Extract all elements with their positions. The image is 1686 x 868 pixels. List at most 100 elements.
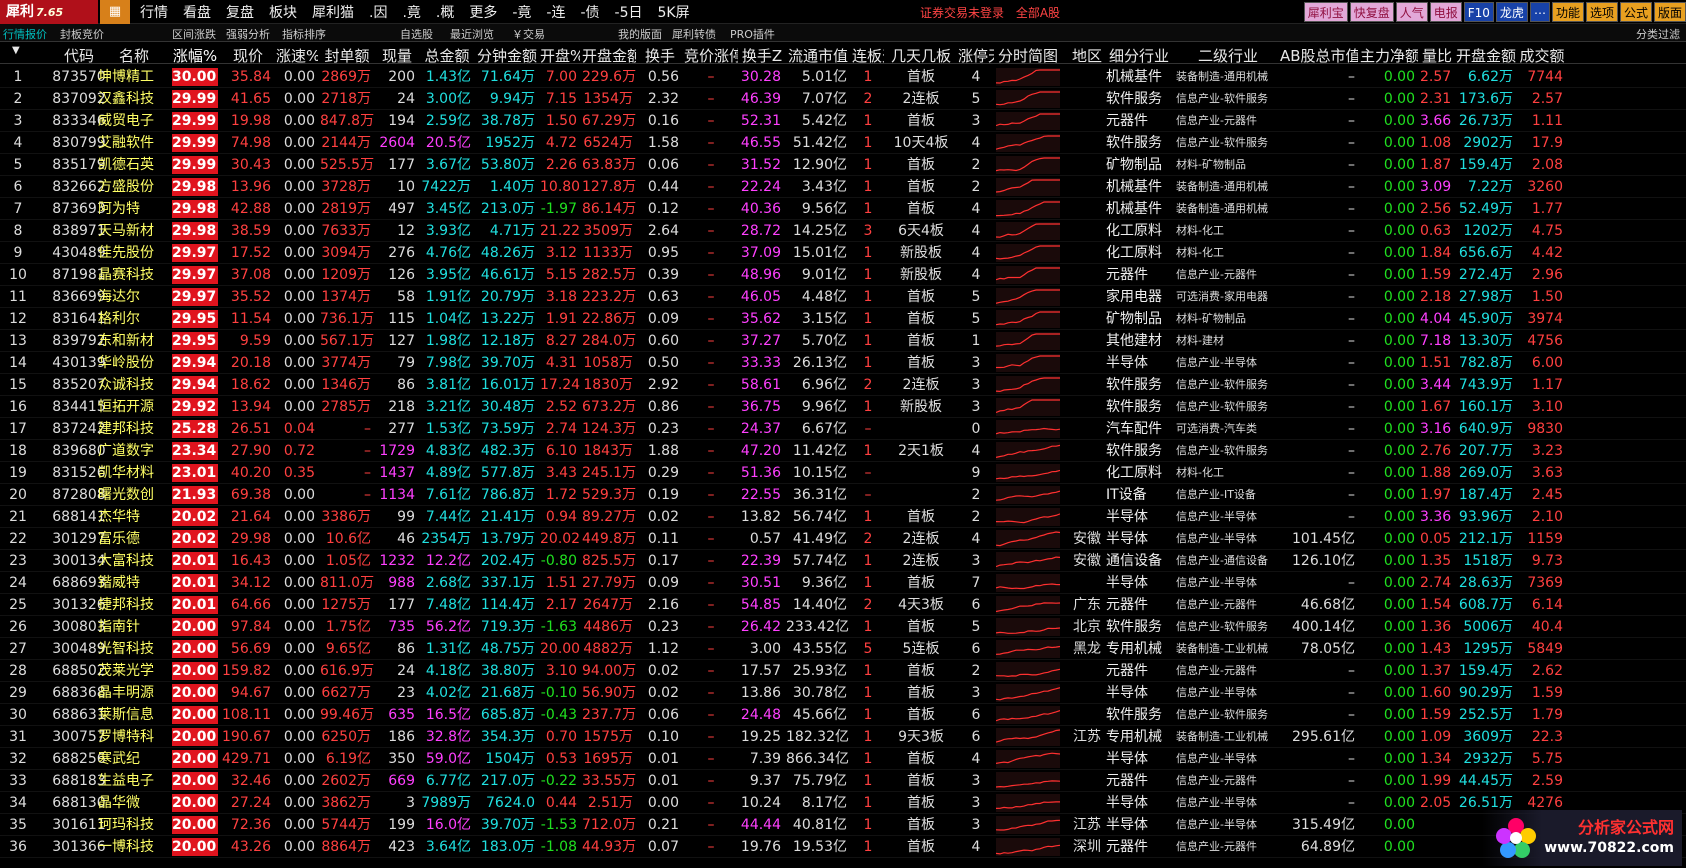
cell-stock-name[interactable]: 珂玛科技 (98, 816, 170, 834)
column-header[interactable]: 换手Z (740, 45, 784, 66)
table-row[interactable]: 32 688256 寒武纪 20.00 429.71 0.00 6.19亿 350 59.0亿 1… (0, 748, 1686, 770)
menu-item[interactable]: -债 (580, 2, 599, 22)
cell-stock-name[interactable]: 大富科技 (98, 552, 170, 570)
toolbar-tab[interactable]: 指标排序 (282, 26, 326, 42)
table-row[interactable]: 25 301326 捷邦科技 20.01 64.66 0.00 1275万 177 7.48亿 1… (0, 594, 1686, 616)
table-row[interactable]: 15 835207 众诚科技 29.94 18.62 0.00 1346万 86 3.81亿 16… (0, 374, 1686, 396)
table-row[interactable]: 10 871981 晶赛科技 29.97 37.08 0.00 1209万 126 3.95亿 4… (0, 264, 1686, 286)
column-header[interactable]: 分钟金额 (476, 45, 538, 66)
column-header[interactable]: 涨停天 (958, 45, 994, 66)
intraday-sparkline[interactable] (996, 354, 1060, 372)
column-header[interactable]: 开盘% (540, 45, 580, 66)
column-header[interactable]: 现量 (376, 45, 418, 66)
cell-stock-name[interactable]: 杰华特 (98, 508, 170, 526)
cell-stock-name[interactable]: 锴威特 (98, 574, 170, 592)
intraday-sparkline[interactable] (996, 288, 1060, 306)
intraday-sparkline[interactable] (996, 794, 1060, 812)
app-logo[interactable]: 犀利 7.65 (0, 0, 98, 24)
column-header[interactable]: 开盘金额 (582, 45, 636, 66)
table-row[interactable]: 4 830799 艾融软件 29.99 74.98 0.00 2144万 2604 20.5亿 1… (0, 132, 1686, 154)
menu-item[interactable]: 更多 (469, 2, 497, 22)
table-row[interactable]: 17 837242 建邦科技 25.28 26.51 0.04–277 1.53亿 73.59… (0, 418, 1686, 440)
intraday-sparkline[interactable] (996, 200, 1060, 218)
column-header[interactable]: 二级行业 (1176, 45, 1280, 66)
intraday-sparkline[interactable] (996, 464, 1060, 482)
intraday-sparkline[interactable] (996, 574, 1060, 592)
cell-stock-name[interactable]: 格利尔 (98, 310, 170, 328)
column-header[interactable]: 分时简图 (996, 45, 1060, 66)
table-row[interactable]: 31 300757 罗博特科 20.00 190.67 0.00 6250万 186 32.8亿… (0, 726, 1686, 748)
toolbar-tab[interactable]: 强弱分析 (226, 26, 270, 42)
toolbar-tab[interactable]: 区间涨跌 (172, 26, 216, 42)
column-header[interactable]: 封单额 (320, 45, 374, 66)
intraday-sparkline[interactable] (996, 772, 1060, 790)
intraday-sparkline[interactable] (996, 266, 1060, 284)
column-header[interactable]: 主力净额 (1360, 45, 1418, 66)
column-header[interactable]: 现价 (222, 45, 274, 66)
column-header[interactable]: AB股总市值 (1280, 45, 1358, 66)
table-row[interactable]: 26 300803 指南针 20.00 97.84 0.00 1.75亿 735 56.2亿 71… (0, 616, 1686, 638)
table-row[interactable]: 36 301366 一博科技 20.00 43.26 0.00 8864万 423 3.64亿 1… (0, 836, 1686, 858)
intraday-sparkline[interactable] (996, 112, 1060, 130)
intraday-sparkline[interactable] (996, 486, 1060, 504)
intraday-sparkline[interactable] (996, 838, 1060, 856)
table-row[interactable]: 18 839680 广道数字 23.34 27.90 0.72–1729 4.83亿 482.… (0, 440, 1686, 462)
top-right-button[interactable]: 电报 (1429, 2, 1462, 22)
cell-stock-name[interactable]: 海达尔 (98, 288, 170, 306)
table-row[interactable]: 35 301611 珂玛科技 20.00 72.36 0.00 5744万 199 16.0亿 3… (0, 814, 1686, 836)
top-right-button[interactable]: 快复盘 (1349, 2, 1394, 22)
cell-stock-name[interactable]: 建邦科技 (98, 420, 170, 438)
top-right-button[interactable]: 版面 (1653, 2, 1686, 22)
cell-stock-name[interactable]: 罗博特科 (98, 728, 170, 746)
menu-item[interactable]: .竟 (402, 2, 420, 22)
table-row[interactable]: 12 831641 格利尔 29.95 11.54 0.00 736.1万 115 1.04亿 1… (0, 308, 1686, 330)
table-row[interactable]: 3 833346 威贸电子 29.99 19.98 0.00 847.8万 194 2.59亿 3… (0, 110, 1686, 132)
intraday-sparkline[interactable] (996, 728, 1060, 746)
category-filter-button[interactable]: 分类过滤 (1636, 26, 1680, 42)
top-right-button[interactable]: 人气 (1395, 2, 1428, 22)
table-row[interactable]: 16 834415 恒拓开源 29.92 13.94 0.00 2785万 218 3.21亿 3… (0, 396, 1686, 418)
menu-item[interactable]: .概 (436, 2, 454, 22)
column-header[interactable]: 竞价涨停买 (684, 45, 738, 66)
cell-stock-name[interactable]: 曙光数创 (98, 486, 170, 504)
intraday-sparkline[interactable] (996, 508, 1060, 526)
top-right-button[interactable]: 龙虎 (1495, 2, 1528, 22)
menu-item[interactable]: 板块 (269, 2, 297, 22)
column-header[interactable]: 名称 (98, 45, 170, 66)
market-filter[interactable]: 全部A股 (1016, 6, 1060, 20)
intraday-sparkline[interactable] (996, 222, 1060, 240)
cell-stock-name[interactable]: 佳先股份 (98, 244, 170, 262)
cell-stock-name[interactable]: 寒武纪 (98, 750, 170, 768)
cell-stock-name[interactable]: 天马新材 (98, 222, 170, 240)
cell-stock-name[interactable]: 捷邦科技 (98, 596, 170, 614)
intraday-sparkline[interactable] (996, 332, 1060, 350)
table-row[interactable]: 27 300489 光智科技 20.00 56.69 0.00 9.65亿 86 1.31亿 48… (0, 638, 1686, 660)
toolbar-tab[interactable]: 我的版面 (618, 26, 662, 42)
cell-stock-name[interactable]: 富乐德 (98, 530, 170, 548)
toolbar-tab[interactable]: 封板竞价 (60, 26, 104, 42)
menu-item[interactable]: -连 (546, 2, 565, 22)
top-right-button[interactable]: ⋯ (1529, 2, 1550, 22)
column-header[interactable]: 几天几板 (884, 45, 958, 66)
intraday-sparkline[interactable] (996, 442, 1060, 460)
table-row[interactable]: 11 836699 海达尔 29.97 35.52 0.00 1374万 58 1.91亿 20.… (0, 286, 1686, 308)
top-right-button[interactable]: 选项 (1585, 2, 1618, 22)
cell-stock-name[interactable]: 阿为特 (98, 200, 170, 218)
cell-stock-name[interactable]: 晶丰明源 (98, 684, 170, 702)
table-row[interactable]: 7 873693 阿为特 29.98 42.88 0.00 2819万 497 3.45亿 213… (0, 198, 1686, 220)
intraday-sparkline[interactable] (996, 68, 1060, 86)
login-status[interactable]: 证券交易未登录 (920, 6, 1004, 20)
table-row[interactable]: 21 688141 杰华特 20.02 21.64 0.00 3386万 99 7.44亿 21.… (0, 506, 1686, 528)
table-row[interactable]: 34 688130 晶华微 20.00 27.24 0.00 3862万 3 7989万 7624… (0, 792, 1686, 814)
table-row[interactable]: 1 873570 坤博精工 30.00 35.84 0.00 2869万 200 1.43亿 71… (0, 66, 1686, 88)
table-row[interactable]: 9 430489 佳先股份 29.97 17.52 0.00 3094万 276 4.76亿 48… (0, 242, 1686, 264)
intraday-sparkline[interactable] (996, 596, 1060, 614)
intraday-sparkline[interactable] (996, 134, 1060, 152)
cell-stock-name[interactable]: 众诚科技 (98, 376, 170, 394)
cell-stock-name[interactable]: 指南针 (98, 618, 170, 636)
intraday-sparkline[interactable] (996, 684, 1060, 702)
menu-item[interactable]: -竟 (512, 2, 531, 22)
table-row[interactable]: 2 837092 汉鑫科技 29.99 41.65 0.00 2718万 24 3.00亿 9.9… (0, 88, 1686, 110)
menu-item[interactable]: 行情 (140, 2, 168, 22)
cell-stock-name[interactable]: 光智科技 (98, 640, 170, 658)
